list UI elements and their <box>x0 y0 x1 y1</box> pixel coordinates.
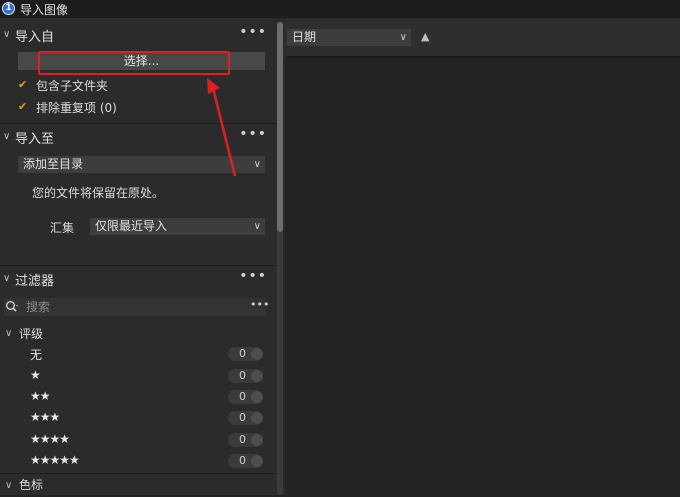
dropdown-value: 添加至目录 <box>23 157 84 171</box>
chevron-down-icon: ∨ <box>253 221 261 232</box>
toggle-knob <box>251 391 263 403</box>
rating-count: 0 <box>239 433 246 446</box>
section-header-import-from[interactable]: ∨ 导入自 ••• <box>0 24 275 46</box>
chevron-down-icon: ∨ <box>3 131 11 142</box>
chevron-down-icon: ∨ <box>3 29 11 40</box>
section-title: 导入自 <box>15 30 55 45</box>
rating-label: ★★★★★ <box>30 453 80 467</box>
toggle-knob <box>251 434 263 446</box>
dropdown-value: 仅限最近导入 <box>95 219 168 233</box>
checkmark-icon: ✔ <box>18 78 28 91</box>
chevron-down-icon[interactable]: ∨ <box>5 328 12 339</box>
app-icon: 1 <box>2 2 15 15</box>
rating-filter-5-star[interactable]: ★★★★★ 0 <box>30 452 265 472</box>
rating-count: 0 <box>239 347 246 360</box>
rating-count: 0 <box>239 411 246 424</box>
chevron-down-icon[interactable]: ∨ <box>5 480 12 491</box>
search-icon[interactable] <box>5 300 19 314</box>
title-bar <box>0 0 680 18</box>
more-options-icon[interactable]: ••• <box>239 24 267 40</box>
section-header-filters[interactable]: ∨ 过滤器 ••• <box>0 268 275 290</box>
chevron-down-icon: ∨ <box>253 159 261 170</box>
checkbox-label: 排除重复项 (0) <box>36 101 117 115</box>
toggle-knob <box>251 370 263 382</box>
checkbox-label: 包含子文件夹 <box>36 79 109 93</box>
rating-filter-3-star[interactable]: ★★★ 0 <box>30 409 265 429</box>
divider <box>0 473 275 474</box>
scrollbar-thumb[interactable] <box>277 22 283 232</box>
chevron-down-icon: ∨ <box>3 273 11 284</box>
destination-note: 您的文件将保留在原处。 <box>32 186 165 200</box>
toggle-knob <box>251 455 263 467</box>
annotation-arrow-icon <box>207 78 237 177</box>
rating-filter-4-star[interactable]: ★★★★ 0 <box>30 431 265 451</box>
rating-filter-1-star[interactable]: ★ 0 <box>30 367 265 387</box>
rating-group-title[interactable]: 评级 <box>19 325 43 342</box>
filter-search-input[interactable] <box>26 298 226 316</box>
toggle-knob <box>251 348 263 360</box>
rating-label: ★ <box>30 368 41 382</box>
rating-label: 无 <box>30 348 42 362</box>
divider <box>0 265 275 266</box>
rating-label: ★★ <box>30 389 50 403</box>
sort-by-dropdown[interactable]: 日期 ∨ <box>287 29 411 46</box>
dropdown-value: 日期 <box>292 30 317 44</box>
rating-count: 0 <box>239 369 246 382</box>
section-title: 过滤器 <box>15 274 55 289</box>
more-options-icon[interactable]: ••• <box>239 268 267 284</box>
rating-filter-2-star[interactable]: ★★ 0 <box>30 388 265 408</box>
section-title: 导入至 <box>15 132 55 147</box>
window-title: 导入图像 <box>20 3 69 17</box>
rating-count: 0 <box>239 454 246 467</box>
checkmark-icon: ✔ <box>18 100 28 113</box>
chevron-down-icon: ∨ <box>399 32 407 43</box>
collection-dropdown[interactable]: 仅限最近导入 ∨ <box>90 218 265 235</box>
rating-count: 0 <box>239 390 246 403</box>
image-browser-area[interactable] <box>287 56 680 497</box>
toggle-knob <box>251 412 263 424</box>
search-options-icon[interactable]: ••• <box>250 298 269 311</box>
rating-label: ★★★★ <box>30 432 70 446</box>
color-label-group-title[interactable]: 色标 <box>19 476 43 493</box>
rating-label: ★★★ <box>30 410 60 424</box>
sort-direction-icon[interactable]: ▲ <box>421 30 429 43</box>
collection-label: 汇集 <box>50 221 75 235</box>
rating-filter-none[interactable]: 无 0 <box>30 345 265 365</box>
